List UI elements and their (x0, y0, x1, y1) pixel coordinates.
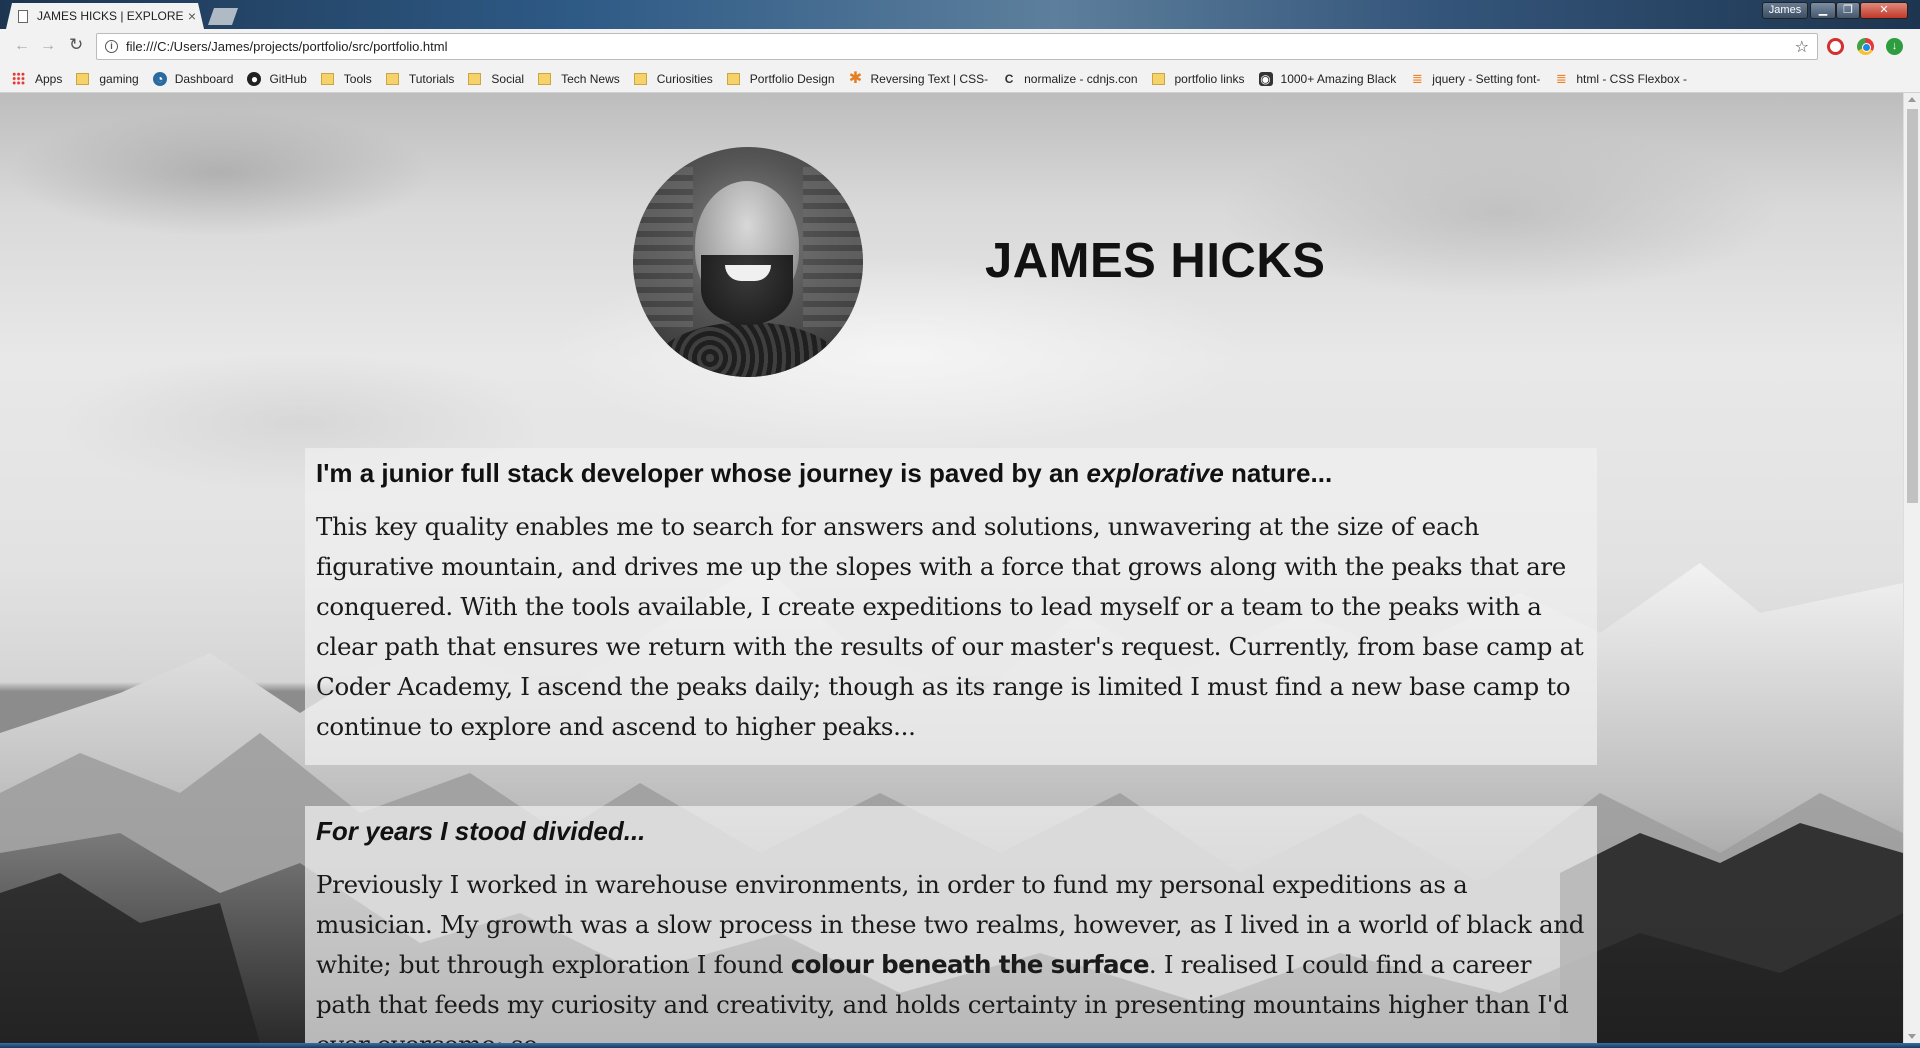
background-heading: For years I stood divided... (316, 816, 1587, 847)
scrollbar-thumb[interactable] (1907, 109, 1918, 503)
bookmark-label: html - CSS Flexbox - (1576, 71, 1688, 86)
intro-heading-emphasis: explorative (1086, 458, 1224, 488)
folder-icon (1151, 72, 1165, 85)
back-button[interactable]: ← (14, 37, 30, 55)
opera-extension-icon[interactable] (1827, 38, 1844, 55)
minimize-button[interactable]: ▁ (1810, 2, 1836, 19)
bookmark-gaming[interactable]: gaming (76, 71, 139, 86)
bookmark-reversing-text[interactable]: ✱ Reversing Text | CSS- (848, 69, 989, 87)
bookmark-label: gaming (99, 71, 139, 86)
instagram-icon: ◉ (1258, 71, 1273, 86)
browser-tab-active[interactable]: JAMES HICKS | EXPLORE × (6, 3, 204, 29)
bookmark-social[interactable]: Social (468, 72, 524, 86)
bookmark-jquery-font[interactable]: ≣ jquery - Setting font- (1410, 70, 1541, 86)
folder-icon (320, 72, 334, 85)
chrome-extension-icon[interactable] (1857, 38, 1874, 55)
bookmark-curiosities[interactable]: Curiosities (633, 71, 713, 86)
folder-icon (538, 72, 552, 85)
scroll-up-icon[interactable] (1908, 97, 1916, 102)
intro-heading: I'm a junior full stack developer whose … (316, 458, 1587, 489)
bookmark-label: Tech News (561, 71, 620, 86)
folder-icon (726, 72, 740, 85)
maximize-button[interactable]: ❐ (1836, 2, 1860, 19)
folder-icon (76, 72, 90, 85)
page-icon (18, 10, 28, 23)
address-bar[interactable]: i file:///C:/Users/James/projects/portfo… (96, 33, 1818, 60)
apps-grid-icon (12, 72, 25, 85)
bookmark-label: Dashboard (174, 71, 234, 86)
url-text[interactable]: file:///C:/Users/James/projects/portfoli… (126, 39, 448, 54)
folder-icon (385, 72, 399, 85)
new-tab-button[interactable] (208, 8, 238, 25)
bookmark-normalize[interactable]: Cnormalize - cdnjs.con (1002, 71, 1138, 86)
bookmark-label: Tutorials (408, 71, 455, 86)
bookmark-label: Reversing Text | CSS- (870, 71, 989, 86)
bookmark-label: Apps (35, 71, 63, 86)
profile-avatar (633, 147, 863, 377)
bookmark-amazing-black[interactable]: ◉ 1000+ Amazing Black (1258, 71, 1397, 86)
bookmark-portfolio-links[interactable]: portfolio links (1151, 71, 1245, 86)
folder-icon (633, 72, 647, 85)
bookmark-github[interactable]: ● GitHub (247, 71, 307, 86)
bookmark-tutorials[interactable]: Tutorials (385, 71, 455, 86)
folder-icon (468, 72, 482, 85)
stackoverflow-icon: ≣ (1411, 70, 1423, 86)
avatar-shirt (653, 322, 843, 377)
bookmark-label: Portfolio Design (749, 71, 835, 86)
green-extension-icon[interactable]: ↓ (1886, 38, 1903, 55)
window-titlebar: JAMES HICKS | EXPLORE × James ▁ ❐ ✕ (0, 0, 1920, 29)
bookmark-label: portfolio links (1174, 71, 1245, 86)
page-scrollbar[interactable] (1903, 93, 1920, 1043)
bookmark-tools[interactable]: Tools (320, 71, 372, 86)
profile-button[interactable]: James (1762, 2, 1808, 19)
close-window-button[interactable]: ✕ (1860, 2, 1908, 19)
background-heading-text: For years I stood divided... (316, 816, 646, 846)
tab-close-icon[interactable]: × (188, 8, 196, 24)
bookmark-label: Tools (343, 71, 372, 86)
intro-card: I'm a junior full stack developer whose … (305, 448, 1597, 765)
avatar-background (633, 167, 693, 327)
intro-heading-tail: nature... (1223, 458, 1333, 488)
bookmark-star-icon[interactable]: ☆ (1795, 37, 1809, 57)
bookmark-label: Curiosities (656, 71, 713, 86)
intro-paragraph: This key quality enables me to search fo… (316, 512, 1584, 741)
browser-toolbar: ← → ↻ i file:///C:/Users/James/projects/… (0, 29, 1920, 65)
page-viewport: JAMES HICKS I'm a junior full stack deve… (0, 93, 1903, 1043)
bookmark-apps[interactable]: Apps (12, 72, 62, 86)
forward-button[interactable]: → (40, 37, 56, 55)
bookmark-label: Social (491, 71, 525, 86)
css-tricks-icon: ✱ (848, 69, 863, 87)
github-icon: ● (247, 71, 262, 86)
background-paragraph: Previously I worked in warehouse environ… (316, 865, 1587, 1043)
cdnjs-icon: C (1004, 71, 1014, 86)
bookmark-label: GitHub (269, 71, 307, 86)
background-text-bold: colour beneath the surface (790, 950, 1150, 979)
bookmark-label: 1000+ Amazing Black (1280, 71, 1397, 86)
bookmark-tech-news[interactable]: Tech News (538, 72, 620, 86)
avatar-background (803, 167, 863, 327)
dashboard-icon: ◔ (152, 71, 167, 86)
bookmarks-bar: Apps gaming ◔ Dashboard ● GitHub Tools Tut… (0, 65, 1920, 93)
page-title: JAMES HICKS (985, 234, 1326, 288)
bookmark-portfolio-design[interactable]: Portfolio Design (726, 71, 835, 86)
tab-title: JAMES HICKS | EXPLORE (37, 9, 184, 23)
bookmark-label: jquery - Setting font- (1432, 71, 1541, 86)
info-icon[interactable]: i (105, 40, 118, 53)
reload-button[interactable]: ↻ (69, 35, 83, 55)
bookmark-dashboard[interactable]: ◔ Dashboard (152, 71, 234, 86)
bookmark-label: normalize - cdnjs.con (1024, 71, 1138, 86)
intro-heading-text: I'm a junior full stack developer whose … (316, 458, 1087, 488)
background-card: For years I stood divided... Previously … (305, 806, 1597, 1043)
scroll-down-icon[interactable] (1908, 1034, 1916, 1039)
stackoverflow-icon: ≣ (1555, 70, 1567, 86)
bookmark-css-flexbox[interactable]: ≣ html - CSS Flexbox - (1554, 70, 1688, 86)
os-taskbar (0, 1043, 1920, 1048)
